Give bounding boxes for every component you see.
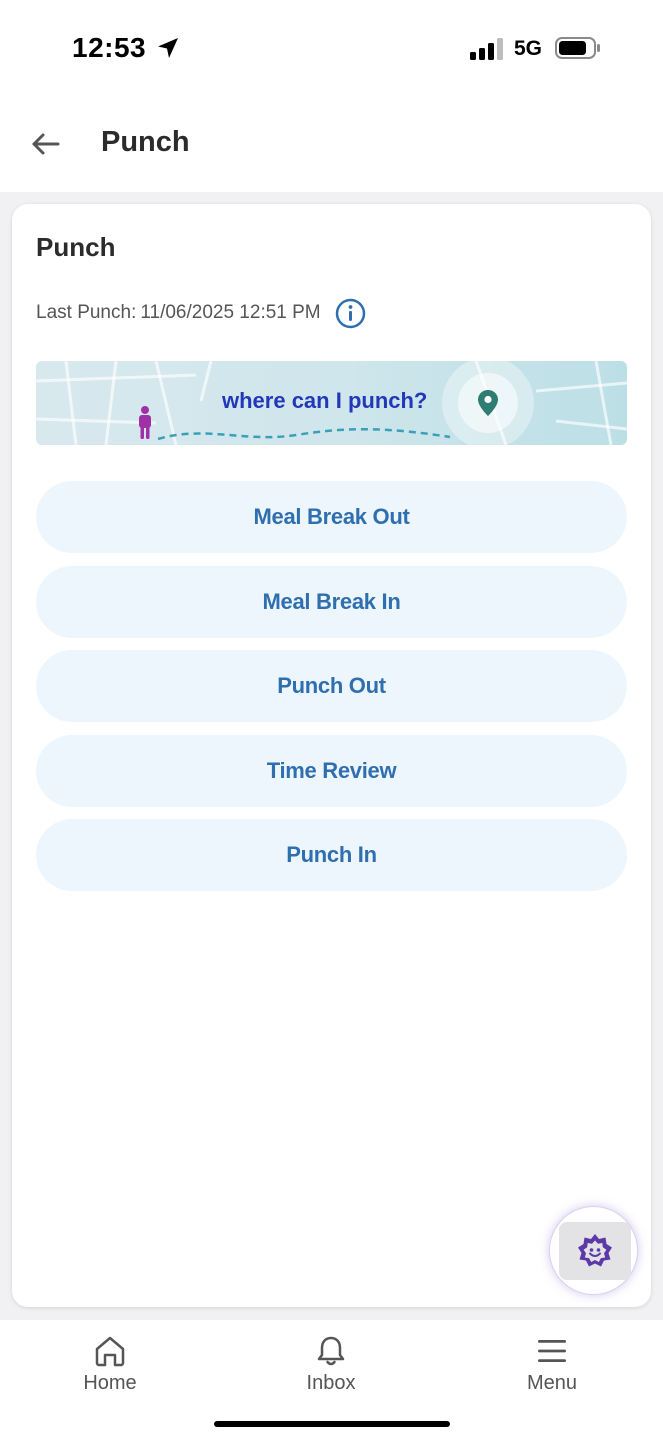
nav-home[interactable]: Home — [50, 1334, 170, 1404]
map-banner-text: where can I punch? — [222, 388, 428, 413]
person-figure-icon — [139, 406, 151, 439]
meal-break-out-button[interactable]: Meal Break Out — [36, 481, 627, 553]
network-type: 5G — [514, 37, 543, 60]
action-list: Meal Break Out Meal Break In Punch Out T… — [36, 481, 627, 904]
hamburger-menu-icon — [538, 1340, 566, 1362]
bell-icon — [317, 1336, 345, 1366]
last-punch-row: Last Punch: 11/06/2025 12:51 PM — [36, 298, 366, 328]
assistant-button[interactable] — [549, 1206, 638, 1295]
nav-inbox-label: Inbox — [306, 1372, 356, 1394]
time-review-button[interactable]: Time Review — [36, 734, 627, 807]
where-can-i-punch-banner[interactable]: where can I punch? — [36, 361, 627, 445]
location-arrow-icon — [158, 38, 178, 58]
punch-card: Punch Last Punch: 11/06/2025 12:51 PM wh… — [12, 204, 651, 1307]
card-title: Punch — [36, 232, 116, 262]
battery-icon — [555, 37, 600, 59]
status-bar: 12:53 5G — [0, 0, 663, 96]
punch-in-button[interactable]: Punch In — [36, 819, 627, 891]
back-arrow-icon — [32, 133, 60, 155]
status-time: 12:53 — [72, 32, 147, 63]
cellular-signal-icon — [470, 38, 503, 60]
punch-out-button[interactable]: Punch Out — [36, 650, 627, 722]
meal-break-in-button[interactable]: Meal Break In — [36, 565, 627, 638]
home-indicator — [214, 1421, 450, 1427]
last-punch-label: Last Punch: — [36, 302, 137, 323]
info-icon[interactable] — [335, 298, 366, 329]
assistant-smiley-icon — [578, 1234, 612, 1267]
map-pin-icon — [478, 390, 498, 416]
bottom-nav: Home Inbox Menu — [0, 1320, 663, 1440]
nav-menu[interactable]: Menu — [492, 1334, 612, 1404]
nav-menu-label: Menu — [526, 1372, 578, 1394]
nav-inbox[interactable]: Inbox — [271, 1334, 391, 1404]
last-punch-value: 11/06/2025 12:51 PM — [140, 302, 321, 323]
page-title: Punch — [101, 126, 190, 158]
home-icon — [95, 1336, 125, 1367]
back-button[interactable] — [24, 126, 66, 162]
assistant-icon-container — [559, 1222, 631, 1280]
nav-home-label: Home — [83, 1372, 137, 1394]
app-header: Punch — [0, 96, 663, 192]
